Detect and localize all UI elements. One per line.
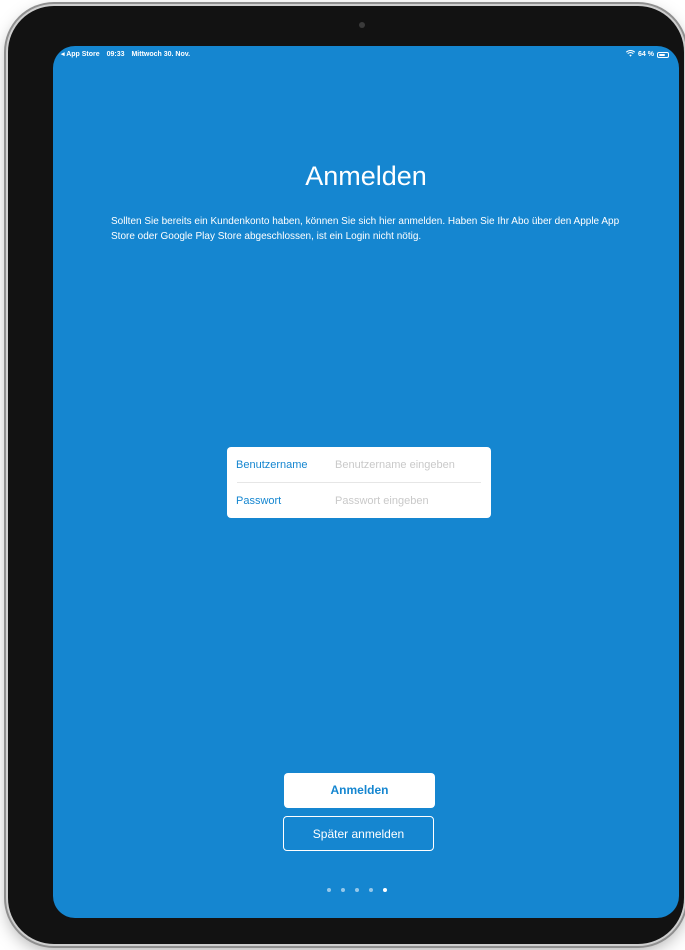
back-to-app-link[interactable]: ◂ App Store (61, 51, 100, 58)
login-button[interactable]: Anmelden (284, 773, 435, 808)
status-time: 09:33 (106, 51, 125, 58)
front-camera (359, 22, 365, 28)
battery-icon (657, 51, 669, 58)
page-indicator[interactable] (327, 888, 387, 892)
username-row: Benutzername (227, 447, 491, 482)
status-date: Mittwoch 30. Nov. (131, 51, 191, 58)
page-description: Sollten Sie bereits ein Kundenkonto habe… (111, 216, 620, 242)
battery-percent: 64 % (638, 51, 654, 58)
username-label: Benutzername (236, 458, 308, 471)
login-later-button[interactable]: Später anmelden (283, 816, 434, 851)
page-dot[interactable] (327, 888, 331, 892)
tablet-frame: ◂ App Store 09:33 Mittwoch 30. Nov. 64 %… (8, 6, 684, 944)
page-dot[interactable] (355, 888, 359, 892)
page-dot[interactable] (341, 888, 345, 892)
page-dot[interactable] (383, 888, 387, 892)
status-right: 64 % (625, 50, 669, 59)
login-form: Benutzername Passwort (227, 447, 491, 518)
password-input[interactable] (335, 494, 485, 507)
status-left: ◂ App Store 09:33 Mittwoch 30. Nov. (61, 50, 195, 58)
password-row: Passwort (227, 483, 491, 518)
username-input[interactable] (335, 458, 485, 471)
password-label: Passwort (236, 494, 282, 507)
page-title: Anmelden (305, 161, 427, 191)
app-screen: ◂ App Store 09:33 Mittwoch 30. Nov. 64 %… (53, 46, 679, 918)
page-dot[interactable] (369, 888, 373, 892)
status-bar: ◂ App Store 09:33 Mittwoch 30. Nov. 64 % (53, 46, 679, 62)
wifi-icon (625, 50, 636, 59)
